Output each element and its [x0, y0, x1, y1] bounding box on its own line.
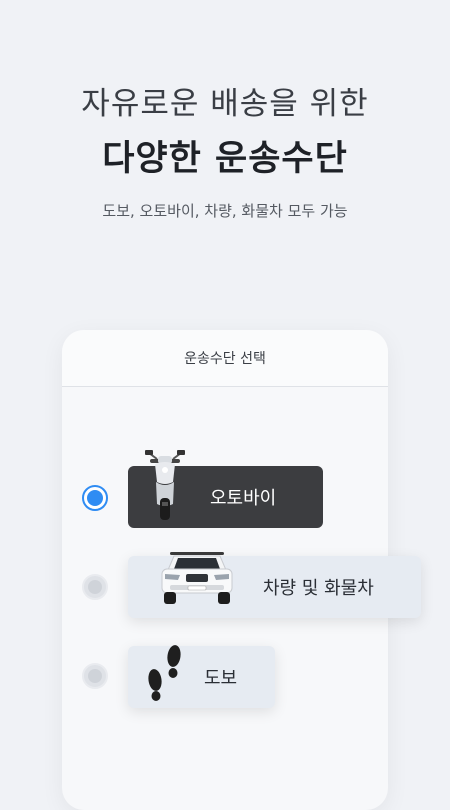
- option-label-motorcycle: 오토바이: [210, 488, 277, 509]
- footprints-icon: [148, 645, 181, 701]
- option-label-walk: 도보: [204, 668, 238, 689]
- card-title: 운송수단 선택: [62, 330, 388, 387]
- promo-subtitle: 도보, 오토바이, 차량, 화물차 모두 가능: [102, 202, 348, 220]
- option-label-car: 차량 및 화물차: [263, 578, 374, 599]
- radio-motorcycle[interactable]: [82, 485, 108, 511]
- promo-headline-line1: 자유로운 배송을 위한: [81, 86, 369, 122]
- radio-walk[interactable]: [82, 663, 108, 689]
- radio-car[interactable]: [82, 574, 108, 600]
- car-icon: [161, 552, 233, 604]
- promo-headline-line2: 다양한 운송수단: [102, 139, 348, 179]
- motorcycle-icon: [145, 450, 185, 520]
